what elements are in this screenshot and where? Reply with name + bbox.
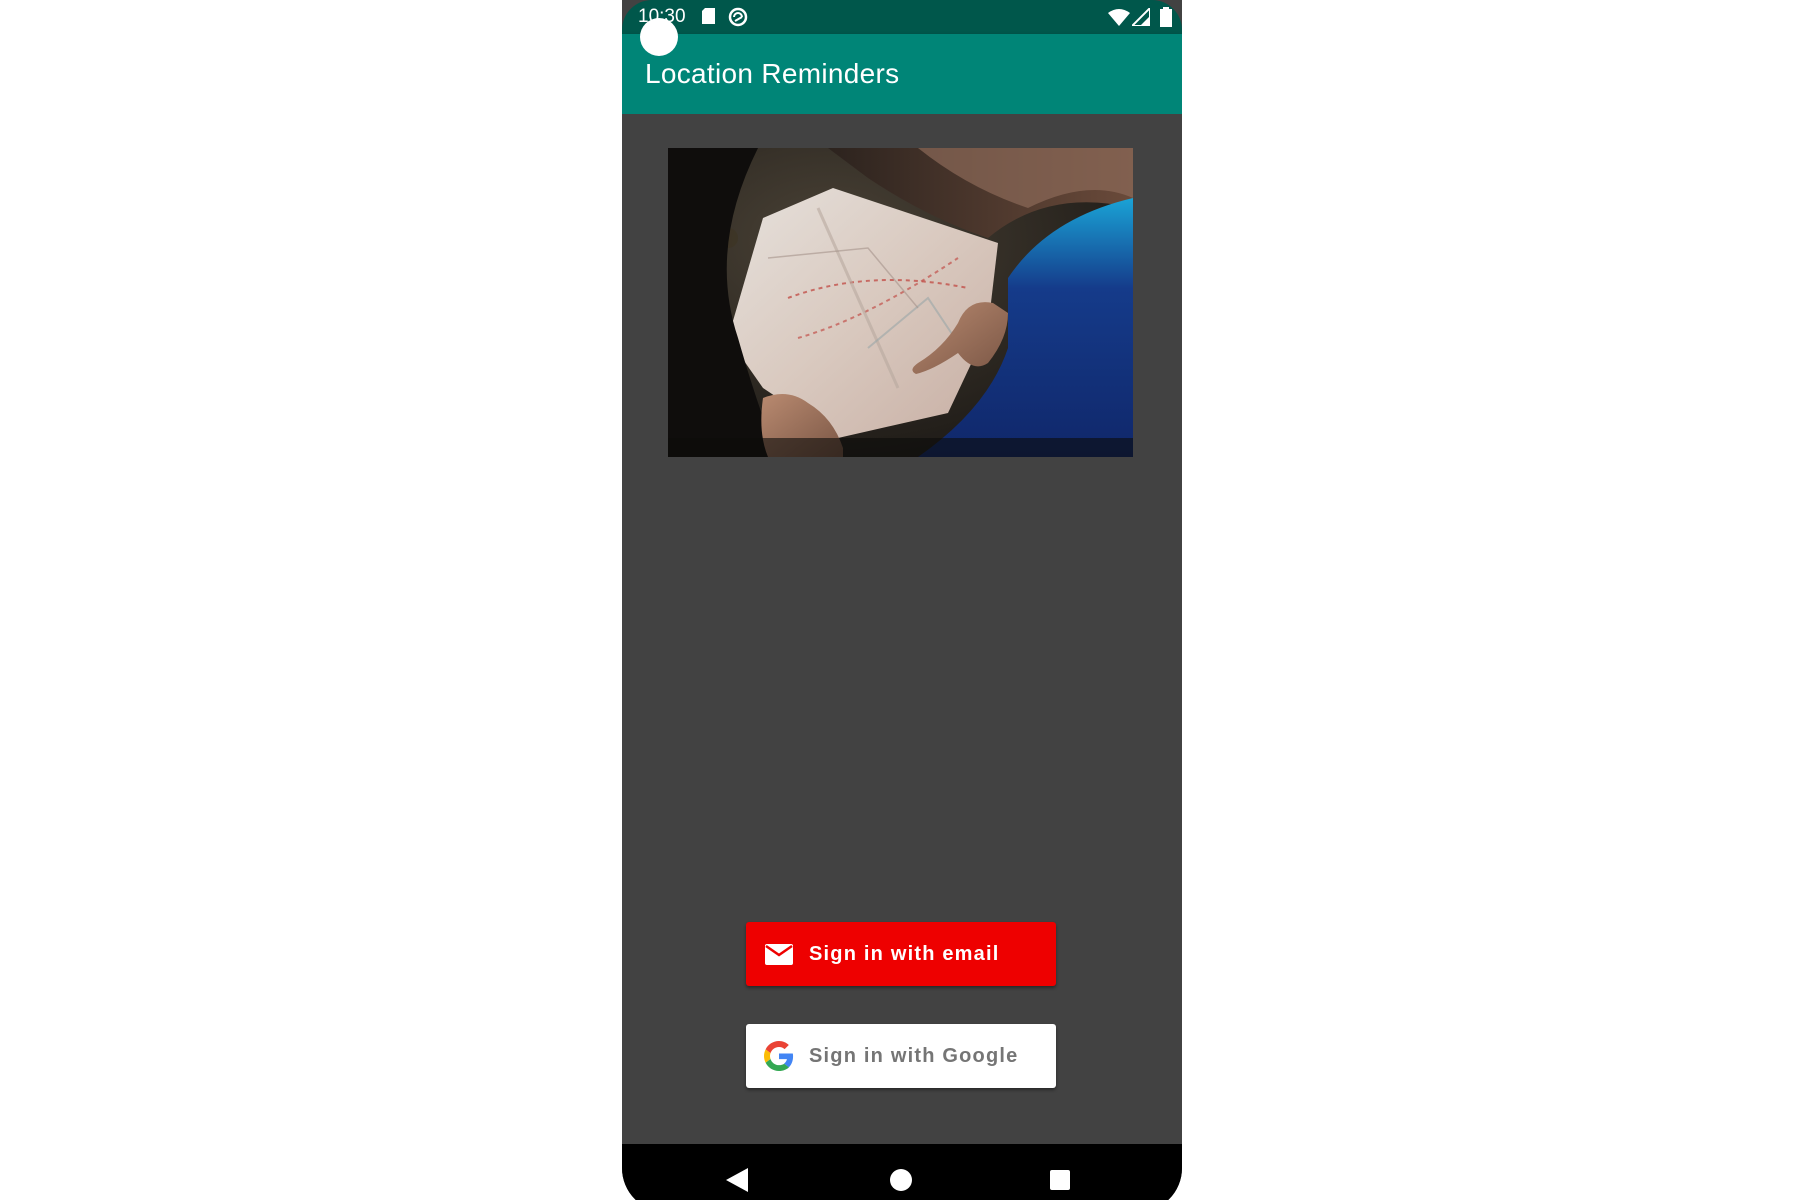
sign-in-google-label: Sign in with Google xyxy=(809,1045,1019,1067)
cell-signal-icon xyxy=(1132,8,1150,26)
sign-in-google-button[interactable]: Sign in with Google xyxy=(746,1024,1056,1088)
map-photo-image xyxy=(668,148,1133,457)
phone-body: 10:30 Location Reminders Sign in with em… xyxy=(622,0,1182,1200)
wifi-icon xyxy=(1108,9,1130,26)
google-icon xyxy=(764,1041,794,1071)
back-icon[interactable] xyxy=(726,1168,748,1192)
sd-card-icon xyxy=(702,8,715,24)
navigation-bar xyxy=(622,1144,1182,1200)
sign-in-email-button[interactable]: Sign in with email xyxy=(746,922,1056,986)
phone-screen: 10:30 Location Reminders Sign in with em… xyxy=(622,0,1182,1200)
app-bar: Location Reminders xyxy=(622,34,1182,114)
home-icon[interactable] xyxy=(890,1169,912,1191)
app-title: Location Reminders xyxy=(645,58,900,89)
main-content: Sign in with email Sign in with Google xyxy=(622,114,1182,1144)
email-icon xyxy=(765,944,793,965)
sign-in-email-label: Sign in with email xyxy=(809,943,1000,965)
sync-icon xyxy=(728,7,748,27)
status-bar: 10:30 xyxy=(622,0,1182,34)
map-photo-illustration xyxy=(668,148,1133,457)
camera-cutout xyxy=(640,18,678,56)
battery-icon xyxy=(1160,7,1172,27)
recents-icon[interactable] xyxy=(1050,1170,1070,1190)
